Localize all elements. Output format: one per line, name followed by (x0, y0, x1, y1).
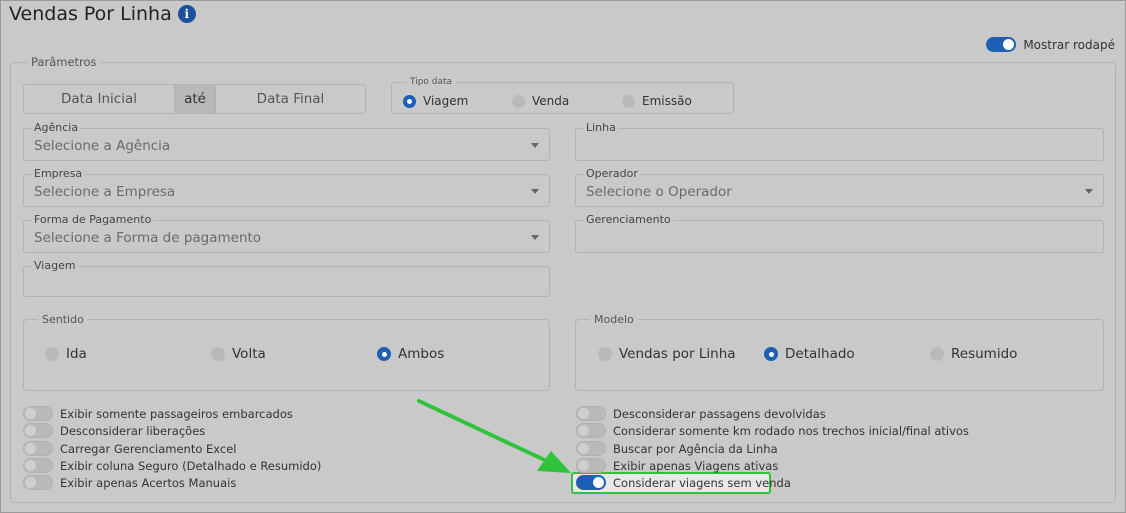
toggle-switch[interactable] (23, 475, 53, 490)
agency-placeholder: Selecione a Agência (34, 138, 171, 154)
toggle-only-boarded[interactable]: Exibir somente passageiros embarcados (23, 405, 293, 422)
radio-icon[interactable] (512, 94, 525, 108)
date-end-input[interactable]: Data Final (216, 85, 365, 113)
radio-label: Venda (532, 94, 570, 108)
page-title-text: Vendas Por Linha (9, 3, 172, 25)
payment-method-label: Forma de Pagamento (32, 213, 154, 226)
chevron-down-icon[interactable] (1085, 189, 1093, 194)
trip-input[interactable]: Viagem (23, 260, 550, 297)
radio-label: Volta (232, 346, 266, 362)
line-input[interactable]: Linha (575, 122, 1104, 161)
toggle-label: Desconsiderar passagens devolvidas (613, 406, 826, 421)
toggle-label: Carregar Gerenciamento Excel (60, 441, 237, 456)
direction-ambos[interactable]: Ambos (377, 346, 444, 362)
toggle-manual-settlements[interactable]: Exibir apenas Acertos Manuais (23, 474, 236, 491)
toggle-label: Considerar viagens sem venda (613, 475, 791, 490)
operator-label: Operador (584, 167, 640, 180)
toggle-label: Exibir apenas Acertos Manuais (60, 475, 237, 490)
date-separator: até (174, 85, 216, 113)
page-title: Vendas Por Linha i (9, 3, 196, 25)
toggle-switch[interactable] (23, 406, 53, 421)
toggle-search-line-agency[interactable]: Buscar por Agência da Linha (576, 440, 778, 457)
show-footer-switch[interactable] (986, 37, 1017, 52)
model-resumido[interactable]: Resumido (930, 346, 1017, 362)
operator-placeholder: Selecione o Operador (586, 184, 732, 200)
trip-label: Viagem (32, 259, 78, 272)
radio-icon[interactable] (211, 347, 225, 361)
model-legend: Modelo (594, 313, 634, 326)
radio-selected-icon[interactable] (764, 347, 778, 361)
toggle-label: Buscar por Agência da Linha (613, 441, 778, 456)
report-window: Vendas Por Linha i Mostrar rodapé Parâme… (0, 0, 1126, 513)
toggle-label: Exibir apenas Viagens ativas (613, 458, 779, 473)
radio-selected-icon[interactable] (377, 347, 391, 361)
info-icon[interactable]: i (177, 5, 196, 23)
toggle-load-excel[interactable]: Carregar Gerenciamento Excel (23, 440, 237, 457)
model-detalhado[interactable]: Detalhado (764, 346, 855, 362)
management-input[interactable]: Gerenciamento (575, 214, 1104, 253)
toggle-trips-without-sales[interactable]: Considerar viagens sem venda (576, 474, 791, 491)
green-arrow-icon (417, 399, 571, 473)
toggle-ignore-returned[interactable]: Desconsiderar passagens devolvidas (576, 405, 826, 422)
date-start-input[interactable]: Data Inicial (24, 85, 174, 113)
radio-icon[interactable] (598, 347, 612, 361)
toggle-label: Exibir somente passageiros embarcados (60, 406, 293, 421)
toggle-switch[interactable] (23, 441, 53, 456)
radio-label: Emissão (642, 94, 692, 108)
radio-selected-icon[interactable] (403, 94, 416, 108)
date-range: Data Inicial até Data Final (23, 84, 366, 114)
chevron-down-icon[interactable] (531, 143, 539, 148)
toggle-switch[interactable] (23, 458, 53, 473)
agency-select[interactable]: Agência Selecione a Agência (23, 122, 550, 161)
operator-select[interactable]: Operador Selecione o Operador (575, 168, 1104, 207)
radio-label: Detalhado (785, 346, 855, 362)
management-label: Gerenciamento (584, 213, 673, 226)
company-select[interactable]: Empresa Selecione a Empresa (23, 168, 550, 207)
date-type-emissao[interactable]: Emissão (622, 94, 692, 108)
radio-label: Vendas por Linha (619, 346, 736, 362)
parameters-legend: Parâmetros (31, 55, 97, 69)
payment-method-select[interactable]: Forma de Pagamento Selecione a Forma de … (23, 214, 550, 253)
toggle-active-trips-only[interactable]: Exibir apenas Viagens ativas (576, 457, 778, 474)
radio-label: Ida (66, 346, 87, 362)
radio-label: Viagem (423, 94, 469, 108)
date-type-viagem[interactable]: Viagem (403, 94, 468, 108)
agency-label: Agência (32, 121, 81, 134)
direction-group: Sentido (23, 313, 550, 391)
radio-icon[interactable] (622, 94, 635, 108)
toggle-label: Considerar somente km rodado nos trechos… (613, 423, 969, 438)
direction-ida[interactable]: Ida (45, 346, 87, 362)
chevron-down-icon[interactable] (531, 235, 539, 240)
company-placeholder: Selecione a Empresa (34, 184, 176, 200)
radio-icon[interactable] (45, 347, 59, 361)
payment-method-placeholder: Selecione a Forma de pagamento (34, 230, 262, 246)
toggle-ignore-releases[interactable]: Desconsiderar liberações (23, 422, 205, 439)
chevron-down-icon[interactable] (531, 189, 539, 194)
toggle-label: Exibir coluna Seguro (Detalhado e Resumi… (60, 458, 322, 473)
date-type-legend: Tipo data (410, 77, 453, 87)
line-label: Linha (584, 121, 618, 134)
direction-volta[interactable]: Volta (211, 346, 266, 362)
company-label: Empresa (32, 167, 85, 180)
model-vendas-por-linha[interactable]: Vendas por Linha (598, 346, 736, 362)
radio-icon[interactable] (930, 347, 944, 361)
radio-label: Ambos (398, 346, 445, 362)
toggle-label: Desconsiderar liberações (60, 423, 206, 438)
toggle-insurance-column[interactable]: Exibir coluna Seguro (Detalhado e Resumi… (23, 457, 321, 474)
toggle-switch[interactable] (23, 423, 53, 438)
date-type-venda[interactable]: Venda (512, 94, 569, 108)
show-footer-label: Mostrar rodapé (1023, 37, 1115, 52)
radio-label: Resumido (951, 346, 1018, 362)
toggle-km-active-segments[interactable]: Considerar somente km rodado nos trechos… (576, 422, 969, 439)
direction-legend: Sentido (42, 313, 84, 326)
show-footer-toggle[interactable]: Mostrar rodapé (986, 37, 1115, 52)
